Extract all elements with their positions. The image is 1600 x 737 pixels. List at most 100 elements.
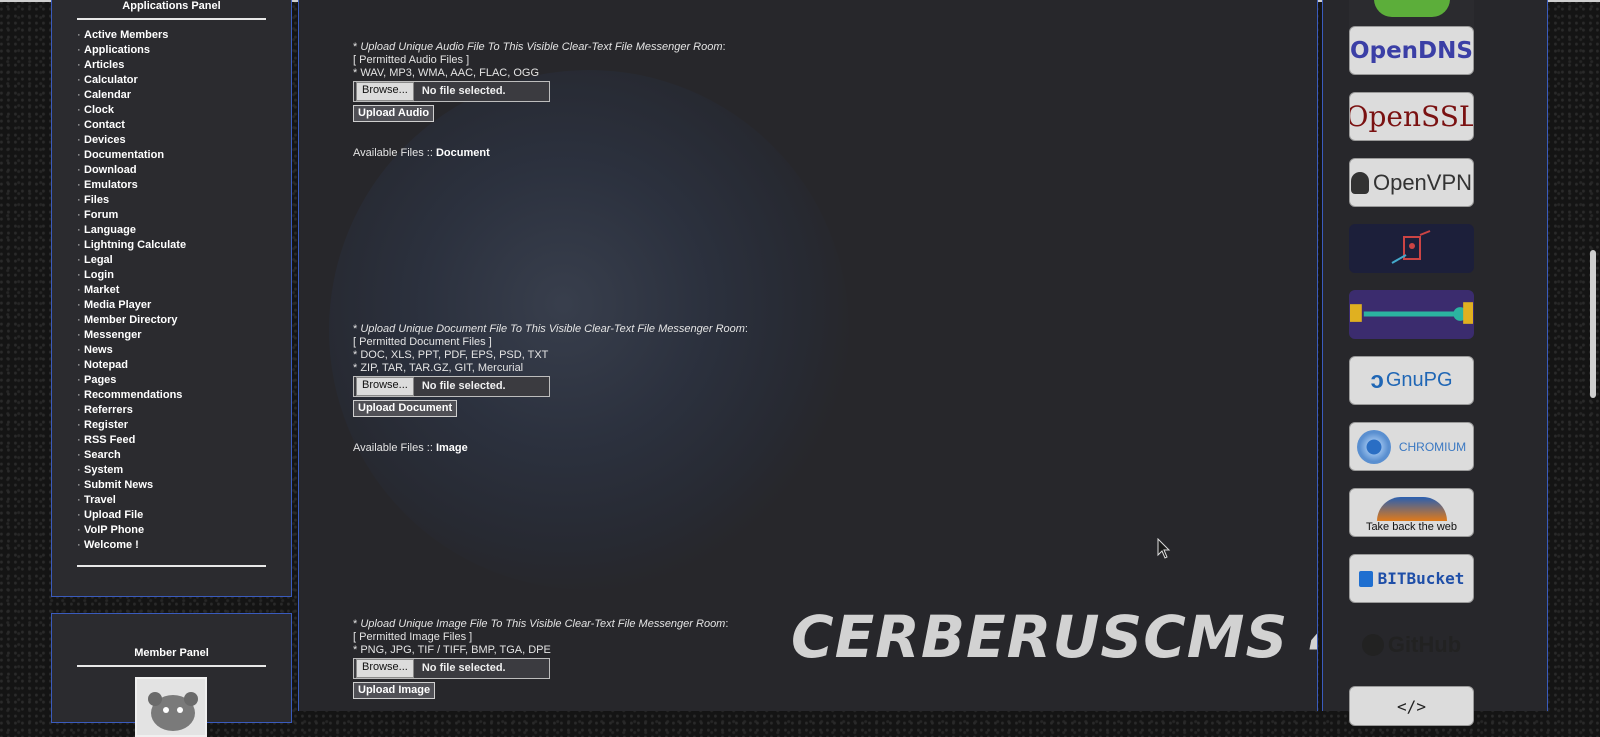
github-icon xyxy=(1361,633,1384,656)
app-link-travel[interactable]: · Travel xyxy=(77,493,291,508)
document-browse-button[interactable]: Browse... xyxy=(356,377,414,396)
audio-file-types: * WAV, MP3, WMA, AAC, FLAC, OGG xyxy=(353,67,540,79)
app-link-label: Download xyxy=(84,164,137,176)
image-upload-section: * Upload Unique Image File To This Visib… xyxy=(353,618,728,699)
app-link-pages[interactable]: · Pages xyxy=(77,373,291,388)
audio-browse-button[interactable]: Browse... xyxy=(356,82,414,101)
app-link-label: Welcome ! xyxy=(84,539,139,551)
bullet-icon: · xyxy=(77,239,81,251)
app-link-member-directory[interactable]: · Member Directory xyxy=(77,313,291,328)
bullet-icon: · xyxy=(77,509,81,521)
bullet-icon: · xyxy=(77,344,81,356)
app-link-articles[interactable]: · Articles xyxy=(77,58,291,73)
gnupg-badge[interactable]: ↄ GnuPG xyxy=(1349,356,1474,405)
app-link-label: Devices xyxy=(84,134,126,146)
bullet-icon: · xyxy=(77,209,81,221)
document-file-input[interactable]: Browse... No file selected. xyxy=(353,376,550,397)
image-no-file-label: No file selected. xyxy=(421,662,506,674)
app-link-clock[interactable]: · Clock xyxy=(77,103,291,118)
bullet-icon: · xyxy=(77,89,81,101)
bullet-icon: · xyxy=(77,329,81,341)
app-link-label: Language xyxy=(84,224,136,236)
bullet-icon: · xyxy=(77,359,81,371)
bullet-icon: · xyxy=(77,134,81,146)
app-link-notepad[interactable]: · Notepad xyxy=(77,358,291,373)
github-badge[interactable]: GitHub xyxy=(1349,620,1474,669)
app-link-calendar[interactable]: · Calendar xyxy=(77,88,291,103)
app-link-register[interactable]: · Register xyxy=(77,418,291,433)
bitbucket-badge[interactable]: BITBucket xyxy=(1349,554,1474,603)
openvpn-badge[interactable]: OpenVPN xyxy=(1349,158,1474,207)
document-no-file-label: No file selected. xyxy=(421,380,506,392)
app-link-rss-feed[interactable]: · RSS Feed xyxy=(77,433,291,448)
app-link-voip-phone[interactable]: · VoIP Phone xyxy=(77,523,291,538)
app-link-label: Legal xyxy=(84,254,113,266)
bullet-icon: · xyxy=(77,419,81,431)
app-link-recommendations[interactable]: · Recommendations xyxy=(77,388,291,403)
applications-panel: Applications Panel · Active Members · Appli… xyxy=(51,0,292,597)
app-link-label: Submit News xyxy=(84,479,154,491)
security-keys-badge[interactable] xyxy=(1349,224,1474,273)
avatar[interactable] xyxy=(135,677,207,737)
chromium-badge[interactable]: CHROMIUM xyxy=(1349,422,1474,471)
bullet-icon: · xyxy=(77,314,81,326)
app-link-label: System xyxy=(84,464,124,476)
app-link-submit-news[interactable]: · Submit News xyxy=(77,478,291,493)
app-link-documentation[interactable]: · Documentation xyxy=(77,148,291,163)
bullet-icon: · xyxy=(77,194,81,206)
applications-list: · Active Members · Applications · Articles · Ca… xyxy=(77,28,291,553)
app-link-files[interactable]: · Files xyxy=(77,193,291,208)
app-link-upload-file[interactable]: · Upload File xyxy=(77,508,291,523)
app-link-welcome[interactable]: · Welcome ! xyxy=(77,538,291,553)
upload-document-button[interactable]: Upload Document xyxy=(353,400,458,417)
mouse-cursor-icon xyxy=(1157,538,1171,559)
bullet-icon: · xyxy=(77,44,81,56)
app-link-messenger[interactable]: · Messenger xyxy=(77,328,291,343)
upload-audio-button[interactable]: Upload Audio xyxy=(353,105,435,122)
app-link-system[interactable]: · System xyxy=(77,463,291,478)
code-badge[interactable]: </> xyxy=(1349,686,1474,726)
app-link-language[interactable]: · Language xyxy=(77,223,291,238)
padlock-key-badge[interactable] xyxy=(1349,290,1474,339)
app-link-label: Documentation xyxy=(84,149,165,161)
app-link-label: News xyxy=(84,344,113,356)
app-link-market[interactable]: · Market xyxy=(77,283,291,298)
app-link-applications[interactable]: · Applications xyxy=(77,43,291,58)
app-link-news[interactable]: · News xyxy=(77,343,291,358)
app-link-active-members[interactable]: · Active Members xyxy=(77,28,291,43)
app-link-calculator[interactable]: · Calculator xyxy=(77,73,291,88)
available-files-image: Available Files :: Image xyxy=(353,442,468,454)
image-browse-button[interactable]: Browse... xyxy=(356,659,414,678)
green-badge-icon xyxy=(1373,0,1450,17)
app-link-download[interactable]: · Download xyxy=(77,163,291,178)
main-content: * Upload Unique Audio File To This Visib… xyxy=(298,0,1318,711)
openssl-label: OpenSSL xyxy=(1349,100,1474,133)
bullet-icon: · xyxy=(77,494,81,506)
app-link-legal[interactable]: · Legal xyxy=(77,253,291,268)
app-link-devices[interactable]: · Devices xyxy=(77,133,291,148)
audio-file-input[interactable]: Browse... No file selected. xyxy=(353,81,550,102)
app-link-label: Upload File xyxy=(84,509,144,521)
openssl-badge[interactable]: OpenSSL xyxy=(1349,92,1474,141)
image-file-input[interactable]: Browse... No file selected. xyxy=(353,658,550,679)
app-link-search[interactable]: · Search xyxy=(77,448,291,463)
member-panel: Member Panel xyxy=(51,613,292,737)
app-link-forum[interactable]: · Forum xyxy=(77,208,291,223)
app-link-emulators[interactable]: · Emulators xyxy=(77,178,291,193)
app-link-label: Referrers xyxy=(84,404,133,416)
opendns-badge[interactable]: OpenDNS xyxy=(1349,26,1474,75)
page-scrollbar[interactable] xyxy=(1590,250,1596,398)
bitbucket-label: BITBucket xyxy=(1377,569,1465,588)
app-link-lightning-calculate[interactable]: · Lightning Calculate xyxy=(77,238,291,253)
firefox-badge[interactable]: Take back the web xyxy=(1349,488,1474,537)
member-panel-title: Member Panel xyxy=(134,647,209,659)
image-upload-intro: * Upload Unique Image File To This Visib… xyxy=(353,618,729,630)
app-link-referrers[interactable]: · Referrers xyxy=(77,403,291,418)
app-link-login[interactable]: · Login xyxy=(77,268,291,283)
app-link-contact[interactable]: · Contact xyxy=(77,118,291,133)
app-link-media-player[interactable]: · Media Player xyxy=(77,298,291,313)
bullet-icon: · xyxy=(77,404,81,416)
app-link-label: Login xyxy=(84,269,114,281)
image-file-types: * PNG, JPG, TIF / TIFF, BMP, TGA, DPE xyxy=(353,644,551,656)
upload-image-button[interactable]: Upload Image xyxy=(353,682,436,699)
